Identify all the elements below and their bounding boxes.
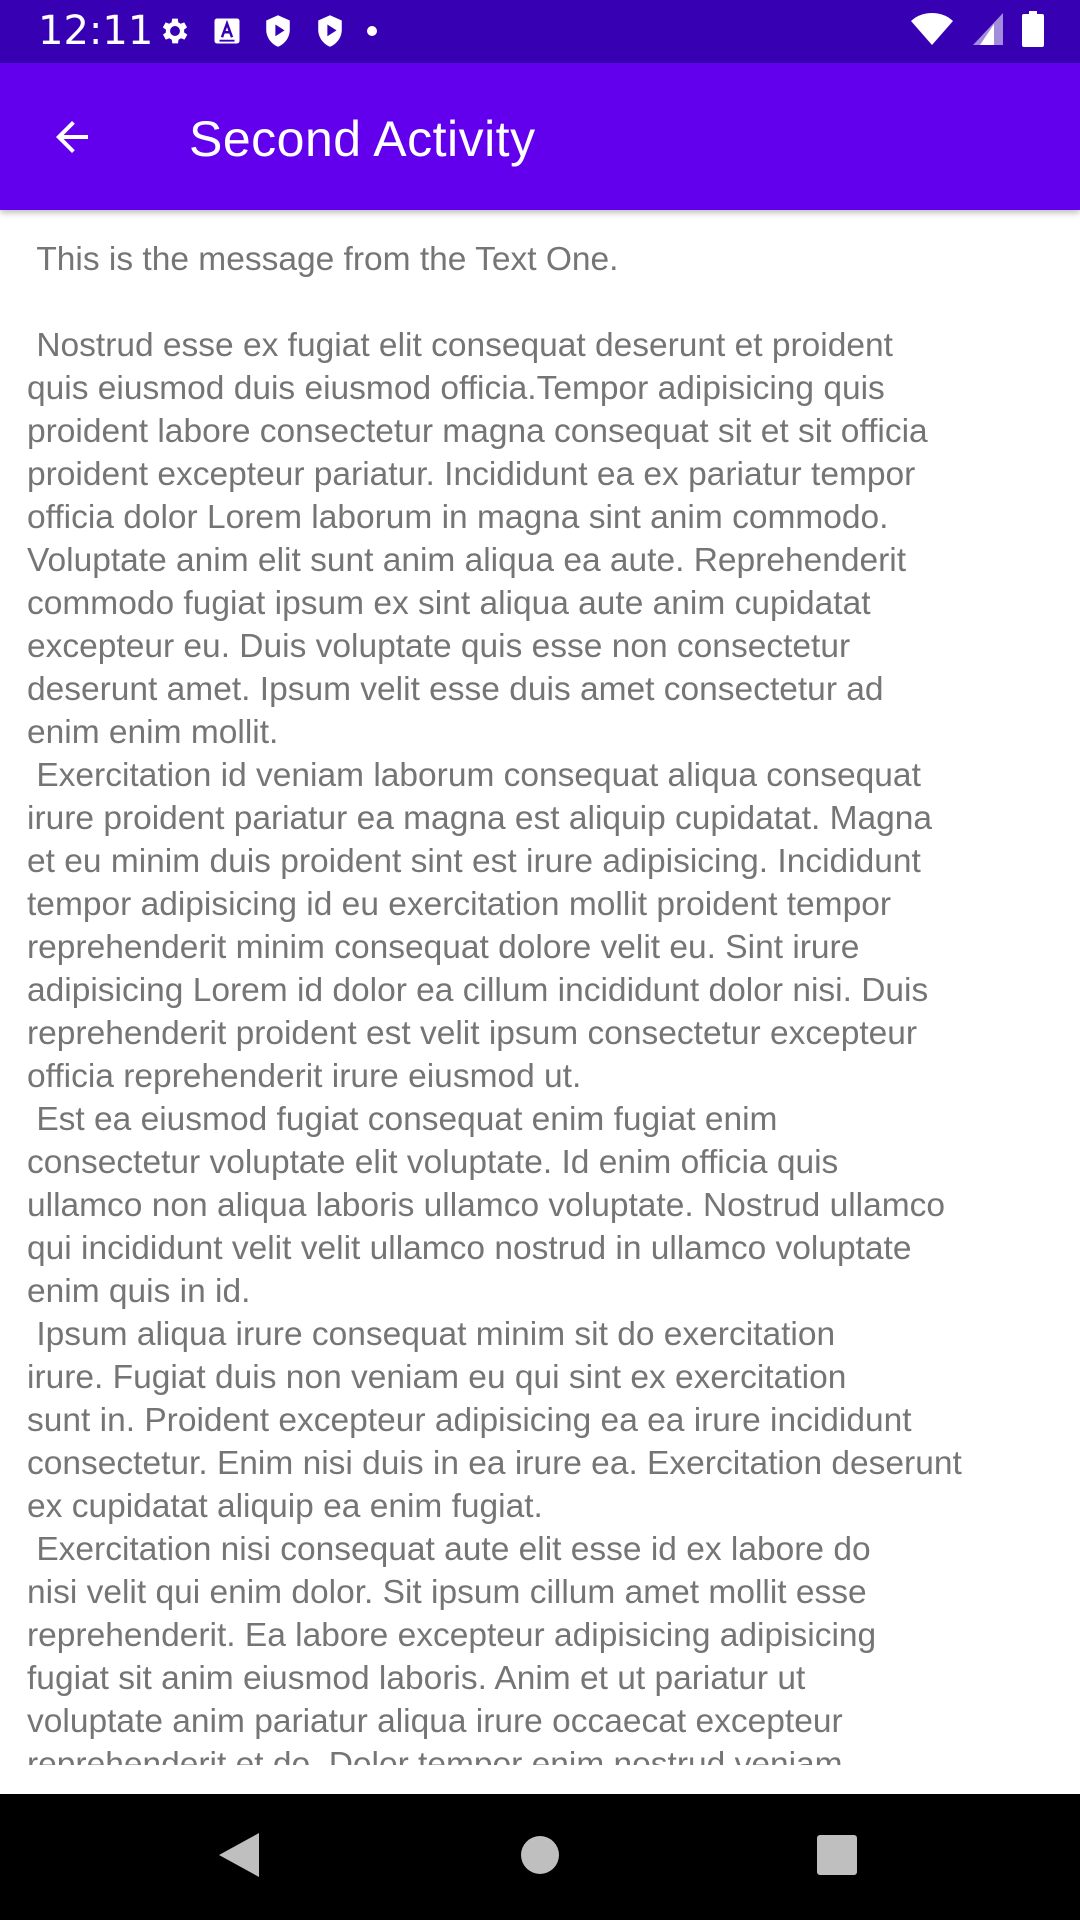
scroll-content[interactable]: This is the message from the Text One. N… xyxy=(0,210,1080,1765)
app-bar: Second Activity xyxy=(0,63,1080,210)
battery-icon xyxy=(1022,10,1044,52)
signal-icon xyxy=(972,12,1004,51)
nav-back-button[interactable] xyxy=(208,1826,270,1888)
notification-icons xyxy=(158,12,378,50)
arrow-back-icon xyxy=(48,113,96,166)
system-icons xyxy=(910,10,1044,52)
status-time: 12:11 xyxy=(38,8,154,54)
back-button[interactable] xyxy=(34,101,110,177)
status-bar: 12:11 xyxy=(0,0,1080,63)
navigation-bar xyxy=(0,1794,1080,1920)
wifi-icon xyxy=(910,12,954,51)
text-input-icon xyxy=(212,16,242,46)
shield-play-icon xyxy=(262,14,294,48)
nav-home-button[interactable] xyxy=(509,1826,571,1888)
page-title: Second Activity xyxy=(189,111,536,167)
recents-square-icon xyxy=(816,1834,858,1881)
dot-icon xyxy=(366,25,378,37)
settings-icon xyxy=(158,14,192,48)
nav-recents-button[interactable] xyxy=(806,1826,868,1888)
home-circle-icon xyxy=(520,1835,560,1880)
back-triangle-icon xyxy=(217,1831,261,1884)
shield-play-icon xyxy=(314,14,346,48)
message-text: This is the message from the Text One. N… xyxy=(27,241,962,1765)
